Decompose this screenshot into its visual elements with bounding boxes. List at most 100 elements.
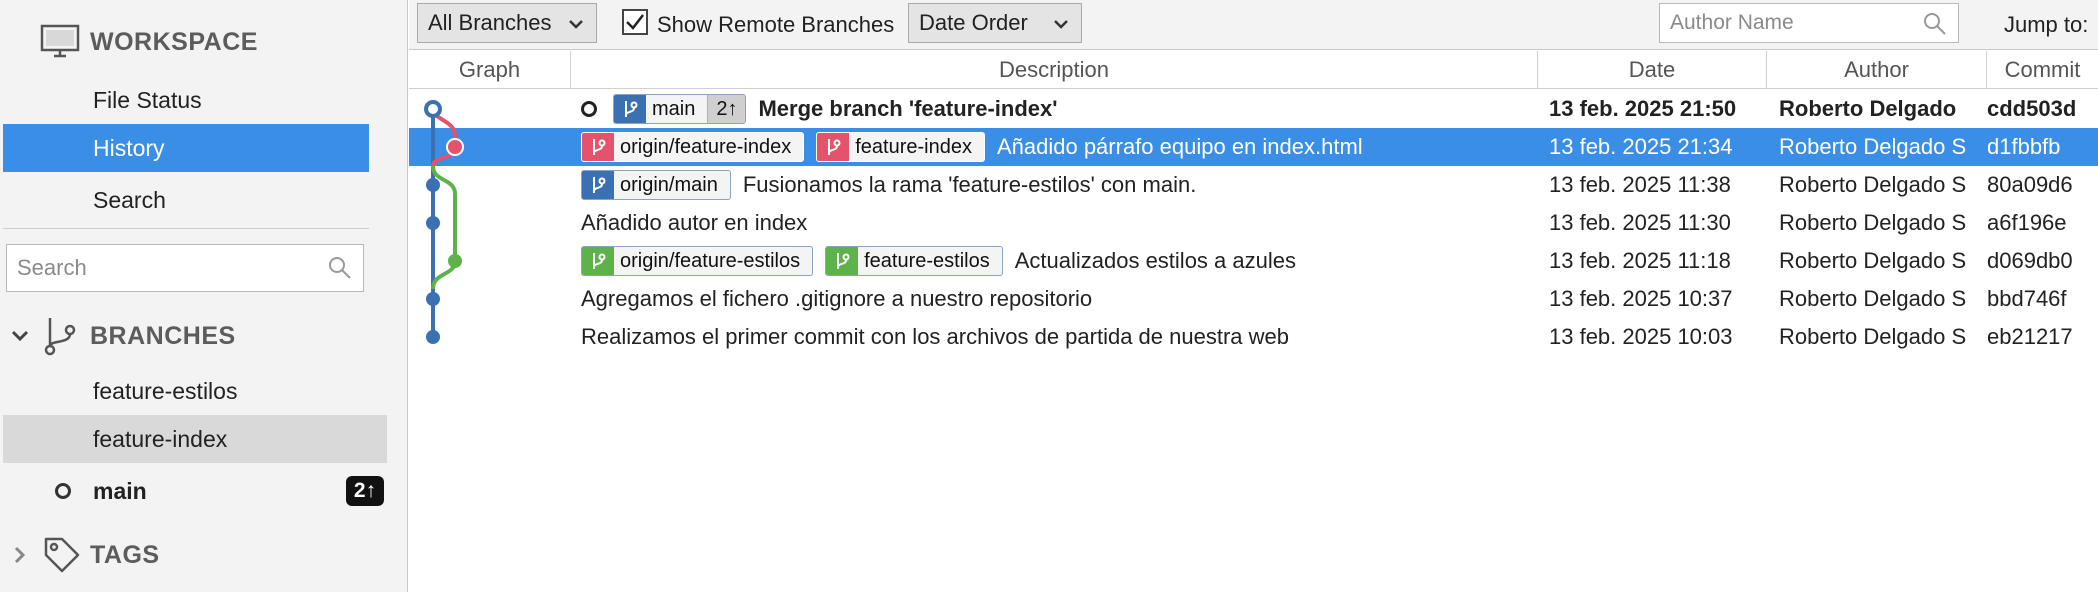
- column-header-label: Commit: [2004, 57, 2081, 82]
- commit-description: Añadido autor en index: [581, 204, 807, 242]
- nav-history-label: History: [93, 134, 165, 161]
- branch-label-text: feature-index: [855, 135, 972, 158]
- history-toolbar: All Branches Show Remote Branches Date O…: [409, 0, 2098, 50]
- nav-history[interactable]: History: [3, 124, 369, 172]
- commit-author: Roberto Delgado S: [1779, 324, 1967, 349]
- current-branch-icon: [55, 483, 71, 499]
- branch-icon: [582, 133, 614, 161]
- commit-description: Realizamos el primer commit con los arch…: [581, 318, 1289, 356]
- commit-date: 13 feb. 2025 21:34: [1549, 134, 1733, 159]
- branch-label-text: feature-estilos: [864, 249, 990, 272]
- commit-message: Fusionamos la rama 'feature-estilos' con…: [742, 172, 1197, 197]
- branch-icon: [817, 133, 850, 161]
- commit-description: main 2↑ Merge branch 'feature-index': [581, 90, 1057, 128]
- commit-date: 13 feb. 2025 11:18: [1549, 248, 1731, 273]
- chevron-down-icon[interactable]: [10, 326, 30, 346]
- commit-row[interactable]: Realizamos el primer commit con los arch…: [409, 318, 2098, 356]
- chevron-right-icon[interactable]: [10, 545, 30, 565]
- commit-author: Roberto Delgado: [1779, 96, 1957, 121]
- branch-item-main[interactable]: main 2↑: [3, 467, 387, 515]
- commit-row[interactable]: origin/feature-index feature-index Añadi…: [409, 128, 2098, 166]
- commit-message: Añadido párrafo equipo en index.html: [996, 134, 1363, 159]
- sidebar-divider: [3, 228, 369, 229]
- commit-date: 13 feb. 2025 11:38: [1549, 172, 1731, 197]
- commit-date: 13 feb. 2025 10:37: [1549, 286, 1733, 311]
- commit-author: Roberto Delgado S: [1779, 172, 1967, 197]
- commit-author: Roberto Delgado S: [1779, 286, 1967, 311]
- commit-row[interactable]: origin/main Fusionamos la rama 'feature-…: [409, 166, 2098, 204]
- commit-description: origin/feature-index feature-index Añadi…: [581, 128, 1363, 166]
- nav-search[interactable]: Search: [3, 176, 369, 224]
- commit-hash: d1fbbfb: [1987, 134, 2061, 159]
- commit-message: Actualizados estilos a azules: [1014, 248, 1296, 273]
- commit-message: Añadido autor en index: [581, 210, 808, 235]
- branch-icon: [826, 247, 859, 275]
- branch-label-origin-main[interactable]: origin/main: [581, 170, 731, 200]
- commit-date: 13 feb. 2025 21:50: [1549, 96, 1737, 121]
- column-header-date[interactable]: Date: [1538, 51, 1767, 89]
- branch-icon: [582, 247, 614, 275]
- column-header-graph[interactable]: Graph: [409, 51, 571, 89]
- branch-label-feature-index[interactable]: feature-index: [816, 132, 985, 162]
- branch-label-text: main: [652, 97, 696, 120]
- commit-author: Roberto Delgado S: [1779, 210, 1967, 235]
- branch-label-text: origin/feature-estilos: [620, 249, 801, 272]
- branch-label-origin-feature-estilos[interactable]: origin/feature-estilos: [581, 246, 814, 276]
- sidebar-search-input[interactable]: Search: [6, 244, 364, 292]
- column-header-author[interactable]: Author: [1767, 51, 1987, 89]
- branch-item-label: main: [93, 477, 147, 504]
- show-remote-label[interactable]: Show Remote Branches: [657, 12, 894, 38]
- branch-icon: [44, 318, 76, 356]
- branch-item-feature-index[interactable]: feature-index: [3, 415, 387, 463]
- workspace-header[interactable]: WORKSPACE: [40, 18, 258, 66]
- sidebar-search-placeholder: Search: [17, 255, 87, 280]
- chevron-down-icon: [1054, 20, 1068, 29]
- column-header-label: Author: [1844, 57, 1909, 82]
- branch-icon: [614, 95, 646, 123]
- column-header-commit[interactable]: Commit: [1987, 51, 2098, 89]
- branch-label-text: origin/feature-index: [620, 135, 792, 158]
- column-header-label: Description: [998, 57, 1110, 82]
- branch-icon: [582, 171, 614, 199]
- commit-row[interactable]: main 2↑ Merge branch 'feature-index' 13 …: [409, 90, 2098, 128]
- jump-to-label: Jump to:: [2004, 12, 2089, 37]
- order-dropdown[interactable]: Date Order: [908, 3, 1082, 43]
- column-header-description[interactable]: Description: [571, 51, 1538, 89]
- branch-label-origin-feature-index[interactable]: origin/feature-index: [581, 132, 805, 162]
- commit-hash: cdd503d: [1987, 96, 2077, 121]
- workspace-label: WORKSPACE: [90, 27, 258, 56]
- commit-hash: d069db0: [1987, 248, 2073, 273]
- commit-hash: a6f196e: [1987, 210, 2067, 235]
- column-header-label: Date: [1628, 57, 1676, 82]
- commit-row[interactable]: origin/feature-estilos feature-estilos A…: [409, 242, 2098, 280]
- commit-list: main 2↑ Merge branch 'feature-index' 13 …: [409, 90, 2098, 592]
- chevron-down-icon: [569, 20, 583, 29]
- branch-item-feature-estilos[interactable]: feature-estilos: [3, 367, 387, 415]
- commit-hash: bbd746f: [1987, 286, 2067, 311]
- tags-label: TAGS: [90, 540, 160, 569]
- commit-row[interactable]: Agregamos el fichero .gitignore a nuestr…: [409, 280, 2098, 318]
- branch-label-text: origin/main: [620, 173, 718, 196]
- commit-description: origin/main Fusionamos la rama 'feature-…: [581, 166, 1196, 204]
- author-filter-input[interactable]: Author Name: [1659, 3, 1959, 43]
- order-value: Date Order: [919, 10, 1028, 35]
- commit-author: Roberto Delgado S: [1779, 134, 1967, 159]
- commit-description: Agregamos el fichero .gitignore a nuestr…: [581, 280, 1092, 318]
- ahead-count: 2↑: [707, 95, 746, 123]
- branch-item-label: feature-index: [93, 425, 228, 452]
- tags-header[interactable]: TAGS: [10, 531, 160, 579]
- branch-filter-dropdown[interactable]: All Branches: [417, 3, 597, 43]
- commit-message: Realizamos el primer commit con los arch…: [581, 324, 1289, 349]
- branches-header[interactable]: BRANCHES: [10, 312, 236, 360]
- commit-date: 13 feb. 2025 11:30: [1549, 210, 1731, 235]
- branch-item-label: feature-estilos: [93, 377, 238, 404]
- nav-file-status[interactable]: File Status: [3, 76, 369, 124]
- branches-label: BRANCHES: [90, 321, 236, 350]
- commit-row[interactable]: Añadido autor en index 13 feb. 2025 11:3…: [409, 204, 2098, 242]
- show-remote-checkbox[interactable]: [622, 9, 648, 35]
- monitor-icon: [40, 24, 80, 58]
- commit-date: 13 feb. 2025 10:03: [1549, 324, 1733, 349]
- commit-author: Roberto Delgado S: [1779, 248, 1967, 273]
- branch-label-feature-estilos[interactable]: feature-estilos: [825, 246, 1003, 276]
- branch-label-main[interactable]: main 2↑: [613, 94, 747, 124]
